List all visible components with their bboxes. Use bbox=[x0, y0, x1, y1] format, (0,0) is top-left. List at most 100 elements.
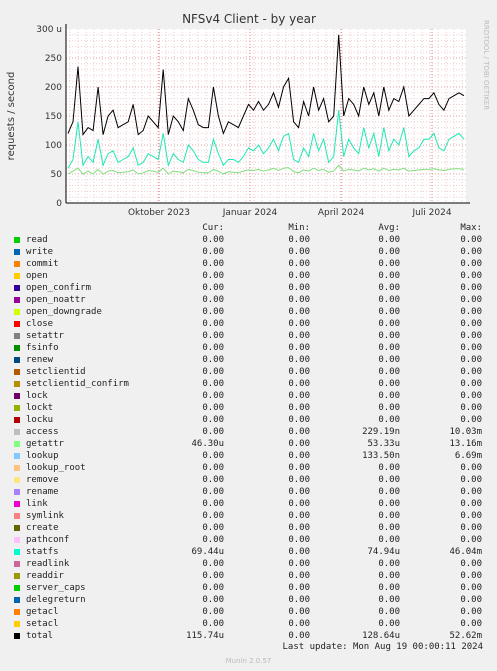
legend-avg: 0.00 bbox=[378, 403, 400, 413]
legend-name: open_downgrade bbox=[26, 307, 102, 317]
legend-max: 0.00 bbox=[460, 319, 482, 329]
legend-min: 0.00 bbox=[288, 631, 310, 641]
legend-swatch bbox=[14, 609, 20, 615]
legend-row-setclientid-confirm: setclientid_confirm 0.00 0.00 0.00 0.00 bbox=[12, 378, 482, 390]
legend-min: 0.00 bbox=[288, 295, 310, 305]
y-tick-label: 300 u bbox=[36, 25, 62, 35]
legend-avg: 0.00 bbox=[378, 283, 400, 293]
legend-cur: 0.00 bbox=[202, 331, 224, 341]
legend-row-lookup: lookup 0.00 0.00 133.50n 6.69m bbox=[12, 450, 482, 462]
legend-max: 0.00 bbox=[460, 355, 482, 365]
y-tick-label: 0 bbox=[56, 199, 62, 209]
legend-max: 0.00 bbox=[460, 367, 482, 377]
legend-cur: 0.00 bbox=[202, 427, 224, 437]
legend-avg: 0.00 bbox=[378, 463, 400, 473]
legend-swatch bbox=[14, 321, 20, 327]
legend-avg: 0.00 bbox=[378, 619, 400, 629]
legend-cur: 0.00 bbox=[202, 379, 224, 389]
legend-name: setattr bbox=[26, 331, 64, 341]
legend-swatch bbox=[14, 261, 20, 267]
legend-avg: 0.00 bbox=[378, 367, 400, 377]
legend-name: remove bbox=[26, 475, 59, 485]
legend-max: 46.04m bbox=[449, 547, 482, 557]
legend-name: close bbox=[26, 319, 54, 329]
x-tick-label: April 2024 bbox=[318, 208, 365, 218]
legend-max: 0.00 bbox=[460, 583, 482, 593]
header-avg: Avg: bbox=[378, 223, 400, 233]
legend-min: 0.00 bbox=[288, 235, 310, 245]
legend-swatch bbox=[14, 285, 20, 291]
legend-max: 0.00 bbox=[460, 619, 482, 629]
legend-cur: 0.00 bbox=[202, 319, 224, 329]
legend-cur: 0.00 bbox=[202, 295, 224, 305]
x-tick-label: Juli 2024 bbox=[411, 208, 451, 218]
legend-name: create bbox=[26, 523, 59, 533]
legend-cur: 0.00 bbox=[202, 595, 224, 605]
legend-row-open-confirm: open_confirm 0.00 0.00 0.00 0.00 bbox=[12, 282, 482, 294]
legend-swatch bbox=[14, 597, 20, 603]
legend-max: 52.62m bbox=[449, 631, 482, 641]
legend-swatch bbox=[14, 621, 20, 627]
legend-name: readlink bbox=[26, 559, 70, 569]
legend-avg: 0.00 bbox=[378, 271, 400, 281]
legend-cur: 0.00 bbox=[202, 271, 224, 281]
legend-name: open bbox=[26, 271, 48, 281]
legend-cur: 0.00 bbox=[202, 559, 224, 569]
legend-row-link: link 0.00 0.00 0.00 0.00 bbox=[12, 498, 482, 510]
legend-cur: 0.00 bbox=[202, 235, 224, 245]
legend-name: delegreturn bbox=[26, 595, 86, 605]
legend-max: 0.00 bbox=[460, 415, 482, 425]
legend-cur: 0.00 bbox=[202, 367, 224, 377]
legend-swatch bbox=[14, 561, 20, 567]
legend-avg: 0.00 bbox=[378, 319, 400, 329]
legend-cur: 69.44u bbox=[191, 547, 224, 557]
legend-row-access: access 0.00 0.00 229.19n 10.03m bbox=[12, 426, 482, 438]
legend-avg: 0.00 bbox=[378, 559, 400, 569]
legend-row-setacl: setacl 0.00 0.00 0.00 0.00 bbox=[12, 618, 482, 630]
header-cur: Cur: bbox=[202, 223, 224, 233]
legend-cur: 0.00 bbox=[202, 583, 224, 593]
legend-max: 0.00 bbox=[460, 271, 482, 281]
x-tick-label: Oktober 2023 bbox=[128, 208, 190, 218]
legend-name: read bbox=[26, 235, 48, 245]
legend-min: 0.00 bbox=[288, 283, 310, 293]
legend-name: lookup bbox=[26, 451, 59, 461]
legend-swatch bbox=[14, 249, 20, 255]
legend-row-write: write 0.00 0.00 0.00 0.00 bbox=[12, 246, 482, 258]
legend-avg: 229.19n bbox=[362, 427, 400, 437]
header-max: Max: bbox=[460, 223, 482, 233]
legend-avg: 133.50n bbox=[362, 451, 400, 461]
munin-version: Munin 2.0.57 bbox=[225, 657, 272, 665]
legend-name: pathconf bbox=[26, 535, 70, 545]
legend-cur: 46.30u bbox=[191, 439, 224, 449]
legend-max: 0.00 bbox=[460, 247, 482, 257]
legend-min: 0.00 bbox=[288, 463, 310, 473]
legend-row-setattr: setattr 0.00 0.00 0.00 0.00 bbox=[12, 330, 482, 342]
legend-row-read: read 0.00 0.00 0.00 0.00 bbox=[12, 234, 482, 246]
legend-min: 0.00 bbox=[288, 535, 310, 545]
legend-avg: 0.00 bbox=[378, 583, 400, 593]
legend-name: access bbox=[26, 427, 59, 437]
legend-avg: 0.00 bbox=[378, 307, 400, 317]
legend-avg: 0.00 bbox=[378, 331, 400, 341]
legend-swatch bbox=[14, 549, 20, 555]
legend-name: lockt bbox=[26, 403, 54, 413]
legend-row-getattr: getattr 46.30u 0.00 53.33u 13.16m bbox=[12, 438, 482, 450]
legend-swatch bbox=[14, 585, 20, 591]
legend-max: 0.00 bbox=[460, 475, 482, 485]
legend-max: 0.00 bbox=[460, 463, 482, 473]
legend-cur: 0.00 bbox=[202, 619, 224, 629]
legend-avg: 0.00 bbox=[378, 475, 400, 485]
y-axis-label: requests / second bbox=[6, 72, 17, 161]
legend-name: server_caps bbox=[26, 583, 86, 593]
legend-name: link bbox=[26, 499, 48, 509]
legend-max: 0.00 bbox=[460, 571, 482, 581]
legend-min: 0.00 bbox=[288, 367, 310, 377]
legend-min: 0.00 bbox=[288, 391, 310, 401]
legend-min: 0.00 bbox=[288, 619, 310, 629]
legend-swatch bbox=[14, 513, 20, 519]
legend-name: write bbox=[26, 247, 54, 257]
legend-avg: 0.00 bbox=[378, 235, 400, 245]
legend-avg: 0.00 bbox=[378, 379, 400, 389]
legend-name: setclientid bbox=[26, 367, 86, 377]
